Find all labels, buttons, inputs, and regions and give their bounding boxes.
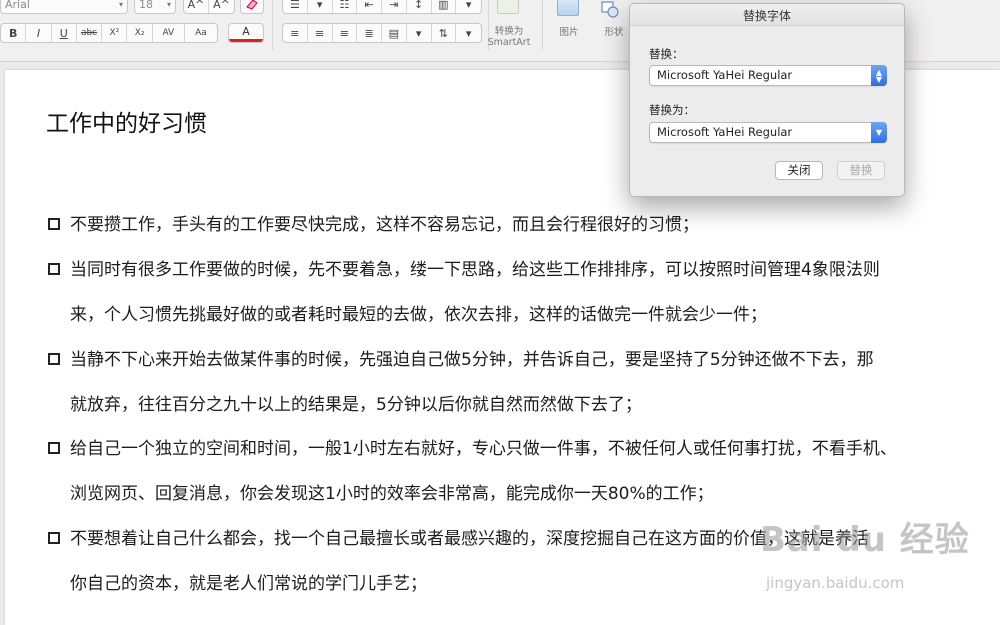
justify-icon[interactable]: ≣ xyxy=(357,24,382,42)
replace-font-value: Microsoft YaHei Regular xyxy=(657,68,793,82)
strikethrough-button[interactable]: abc xyxy=(77,24,103,42)
checkbox-bullet-icon xyxy=(48,353,60,365)
character-spacing-button[interactable]: AV xyxy=(153,24,185,42)
subscript-button[interactable]: X₂ xyxy=(127,24,153,42)
italic-button[interactable]: I xyxy=(26,24,52,42)
list-item-line: 不要攒工作，手头有的工作要尽快完成，这样不容易忘记，而且会行程很好的习惯； xyxy=(70,215,699,235)
chevron-down-icon[interactable]: ▾ xyxy=(456,24,481,42)
bullets-icon[interactable]: ☰ xyxy=(283,0,308,13)
replace-button[interactable]: 替换 xyxy=(837,161,885,180)
document-title: 工作中的好习惯 xyxy=(46,111,207,137)
numbering-icon[interactable]: ☷ xyxy=(333,0,358,13)
font-name-select[interactable]: Arial ▾ xyxy=(0,0,128,14)
font-color-group: A xyxy=(228,23,264,43)
list-item: 不要攒工作，手头有的工作要尽快完成，这样不容易忘记，而且会行程很好的习惯； xyxy=(46,203,981,248)
replace-with-font-value: Microsoft YaHei Regular xyxy=(657,125,793,139)
watermark-url: jingyan.baidu.com xyxy=(766,574,905,592)
replace-label: 替换： xyxy=(649,47,684,61)
replace-font-dialog: 替换字体 替换： Microsoft YaHei Regular ▲ ▼ 替换为：… xyxy=(629,3,905,197)
list-item-line: 当同时有很多工作要做的时候，先不要着急，缕一下思路，给这些工作排排序，可以按照时… xyxy=(70,260,880,280)
text-direction-icon[interactable]: ⇅ xyxy=(432,24,457,42)
font-size-select[interactable]: 18 ▾ xyxy=(134,0,176,14)
picture-icon[interactable] xyxy=(557,0,579,16)
chevron-down-icon: ▼ xyxy=(871,122,887,143)
align-right-icon[interactable]: ≡ xyxy=(333,24,358,42)
list-item-line: 就放弃，往往百分之九十以上的结果是，5分钟以后你就自然而然做下去了； xyxy=(70,394,642,415)
picture-label[interactable]: 图片 xyxy=(552,27,586,38)
shrink-font-button[interactable]: A^ xyxy=(209,0,234,13)
replace-with-label: 替换为： xyxy=(649,103,695,117)
list-item-line: 当静不下心来开始去做某件事的时候，先强迫自己做5分钟，并告诉自己，要是坚持了5分… xyxy=(70,350,874,370)
underline-button[interactable]: U xyxy=(52,24,77,42)
replace-font-select[interactable]: Microsoft YaHei Regular ▲ ▼ xyxy=(649,65,887,86)
font-size-value: 18 xyxy=(139,0,153,11)
smartart-icon[interactable] xyxy=(497,0,519,14)
ribbon-divider xyxy=(542,0,543,50)
clear-format-group xyxy=(240,0,264,14)
increase-indent-icon[interactable]: ⇥ xyxy=(382,0,407,13)
baidu-watermark: Bai du 经验 jingyan.baidu.com xyxy=(760,512,970,592)
decrease-indent-icon[interactable]: ⇤ xyxy=(357,0,382,13)
line-spacing-icon[interactable]: ↕ xyxy=(407,0,432,13)
alignment-group: ≡ ≡ ≡ ≣ ▤ ▾ ⇅ ▾ xyxy=(282,23,482,43)
eraser-icon[interactable] xyxy=(241,0,263,13)
up-down-arrows-icon: ▲ ▼ xyxy=(871,65,887,86)
columns-icon[interactable]: ▥ xyxy=(432,0,457,13)
checkbox-bullet-icon xyxy=(48,442,60,454)
bold-button[interactable]: B xyxy=(1,24,27,42)
font-grow-shrink-group: A^ A^ xyxy=(183,0,235,14)
text-columns-icon[interactable]: ▤ xyxy=(382,24,407,42)
checkbox-bullet-icon xyxy=(48,218,60,230)
align-left-icon[interactable]: ≡ xyxy=(283,24,308,42)
list-indent-group: ☰ ▾ ☷ ⇤ ⇥ ↕ ▥ ▾ xyxy=(282,0,482,14)
chevron-down-icon: ▾ xyxy=(118,0,123,9)
align-center-icon[interactable]: ≡ xyxy=(308,24,333,42)
chevron-down-icon: ▾ xyxy=(166,0,171,9)
superscript-button[interactable]: X² xyxy=(102,24,128,42)
checkbox-bullet-icon xyxy=(48,532,60,544)
watermark-logo: Bai du 经验 xyxy=(760,520,970,560)
ribbon-divider xyxy=(272,0,273,50)
list-item-line: 来，个人习惯先挑最好做的或者耗时最短的去做，依次去排，这样的话做完一件就会少一件… xyxy=(70,304,767,325)
replace-with-font-select[interactable]: Microsoft YaHei Regular ▼ xyxy=(649,122,887,143)
change-case-button[interactable]: Aa xyxy=(185,24,217,42)
font-name-value: Arial xyxy=(5,0,30,11)
smartart-label-line1: 转换为 xyxy=(494,26,524,37)
list-item-line: 给自己一个独立的空间和时间，一般1小时左右就好，专心只做一件事，不被任何人或任何… xyxy=(70,439,897,459)
smartart-label[interactable]: 转换为 SmartArt xyxy=(486,26,532,48)
shape-label[interactable]: 形状 xyxy=(599,27,629,38)
text-format-group: B I U abc X² X₂ AV Aa xyxy=(0,23,218,43)
list-item: 当同时有很多工作要做的时候，先不要着急，缕一下思路，给这些工作排排序，可以按照时… xyxy=(46,248,981,337)
smartart-label-line2: SmartArt xyxy=(487,37,531,48)
font-color-button[interactable]: A xyxy=(229,24,263,42)
close-button[interactable]: 关闭 xyxy=(775,161,823,180)
chevron-down-icon[interactable]: ▾ xyxy=(308,0,333,13)
list-item: 当静不下心来开始去做某件事的时候，先强迫自己做5分钟，并告诉自己，要是坚持了5分… xyxy=(46,338,981,427)
list-item-line: 浏览网页、回复消息，你会发现这1小时的效率会非常高，能完成你一天80%的工作； xyxy=(70,483,714,504)
dialog-title: 替换字体 xyxy=(630,4,904,26)
shape-icon[interactable] xyxy=(600,0,620,18)
chevron-down-icon[interactable]: ▾ xyxy=(407,24,432,42)
grow-font-button[interactable]: A^ xyxy=(184,0,210,13)
list-item: 给自己一个独立的空间和时间，一般1小时左右就好，专心只做一件事，不被任何人或任何… xyxy=(46,427,981,516)
checkbox-bullet-icon xyxy=(48,263,60,275)
chevron-down-icon[interactable]: ▾ xyxy=(456,0,481,13)
